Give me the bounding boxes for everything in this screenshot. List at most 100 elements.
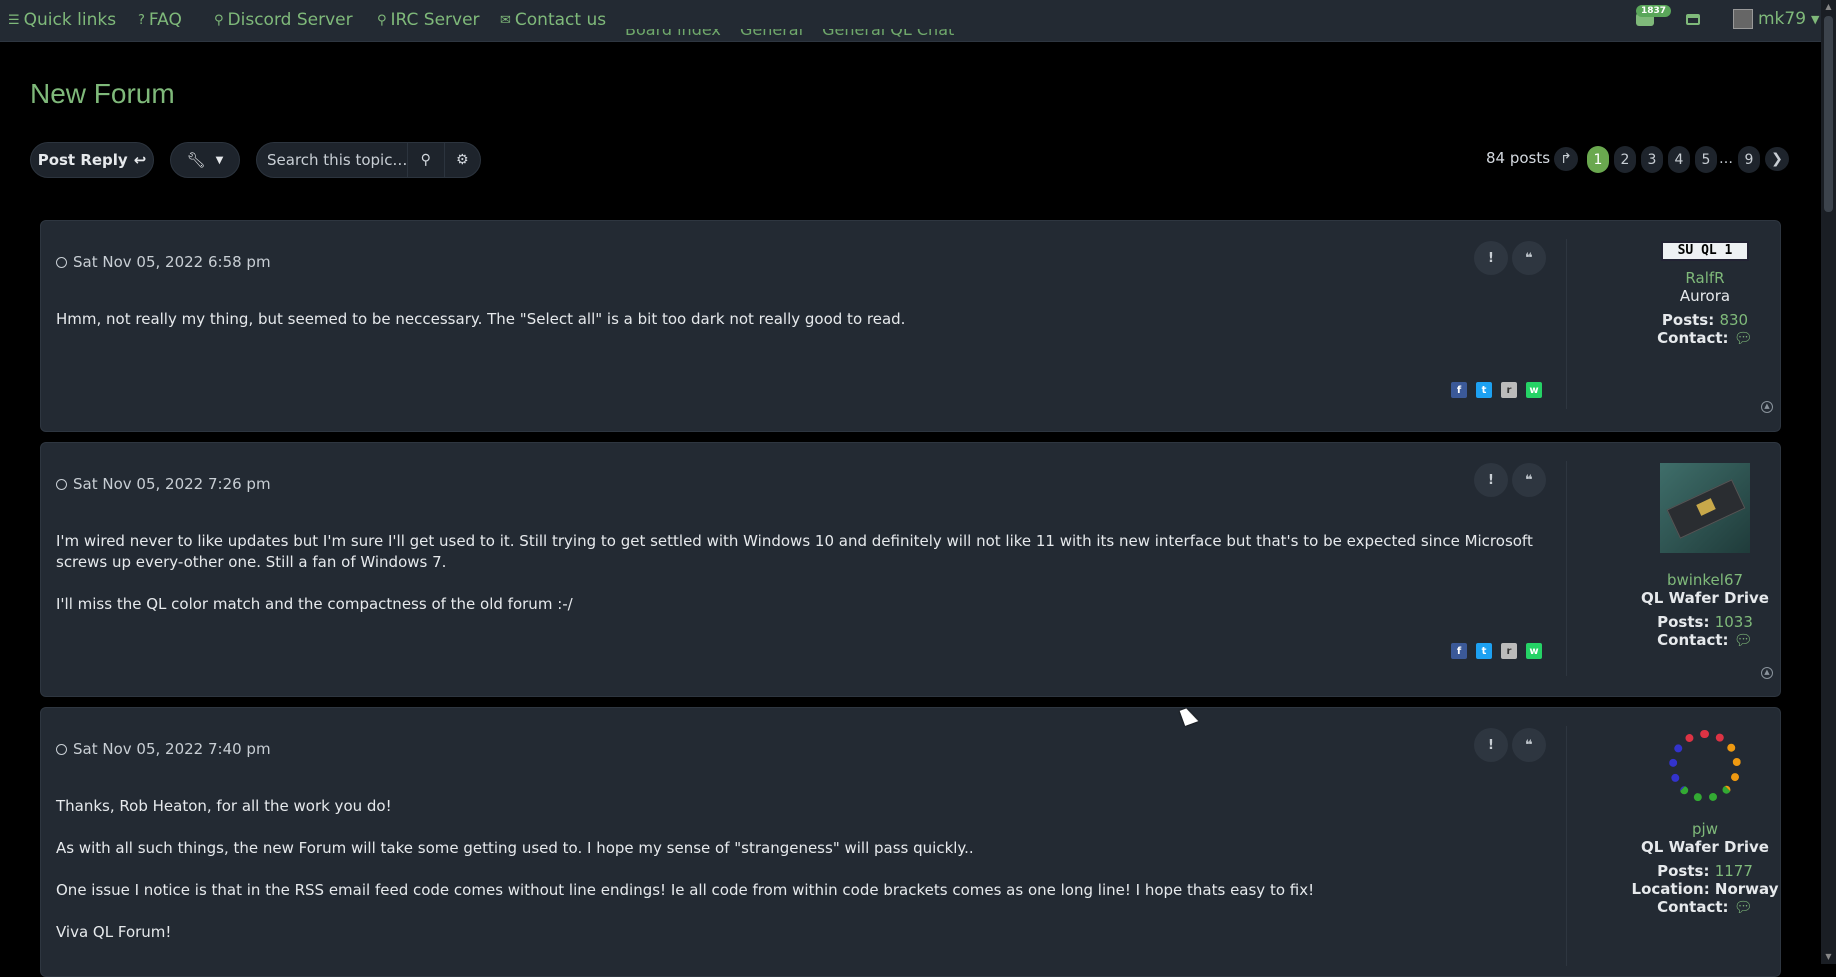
breadcrumb-item[interactable]: Board index xyxy=(625,29,721,39)
page-link-3[interactable]: 3 xyxy=(1641,146,1663,173)
whatsapp-icon[interactable]: w xyxy=(1526,382,1542,398)
comment-icon[interactable]: 💬︎ xyxy=(1734,329,1753,347)
report-icon: ! xyxy=(1488,250,1494,266)
search-input[interactable] xyxy=(257,151,407,169)
twitter-icon[interactable]: t xyxy=(1476,382,1492,398)
quick-links-menu[interactable]: ☰ Quick links xyxy=(8,10,116,30)
jump-to-page-button[interactable]: ↱ xyxy=(1554,147,1578,171)
avatar: SU QL 1 xyxy=(1661,241,1749,261)
username-link[interactable]: bwinkel67 xyxy=(1601,571,1809,589)
post-date[interactable]: Sat Nov 05, 2022 6:58 pm xyxy=(56,253,271,271)
search-icon: ⚲ xyxy=(420,152,431,168)
clock-icon xyxy=(56,478,67,490)
post-divider xyxy=(1566,239,1567,409)
post-body: Hmm, not really my thing, but seemed to … xyxy=(56,309,1556,351)
post-count-stat: Posts: 830 xyxy=(1601,311,1809,329)
user-menu[interactable]: mk79 ▼ xyxy=(1733,9,1820,29)
posts-label: Posts: xyxy=(1657,862,1710,880)
scrollbar-thumb[interactable] xyxy=(1824,16,1833,212)
posts-value[interactable]: 1033 xyxy=(1715,613,1753,631)
bars-icon: ☰ xyxy=(8,12,20,28)
contact-stat: Contact: 💬︎ xyxy=(1601,329,1809,347)
username-link[interactable]: RalfR xyxy=(1601,269,1809,287)
contact-us-link[interactable]: ✉ Contact us xyxy=(500,10,606,30)
chevron-right-icon: ❯ xyxy=(1771,151,1783,167)
inbox-icon[interactable] xyxy=(1686,14,1700,25)
comment-icon[interactable]: 💬︎ xyxy=(1734,898,1753,916)
post-paragraph: Viva QL Forum! xyxy=(56,923,172,941)
reply-icon: ↩ xyxy=(133,151,147,169)
map-marker-icon: ⚲ xyxy=(214,12,224,28)
page-title[interactable]: New Forum xyxy=(30,78,175,110)
quote-icon: ❝ xyxy=(1525,737,1533,753)
post-reply-button[interactable]: Post Reply ↩ xyxy=(30,142,154,178)
quote-button[interactable]: ❝ xyxy=(1512,463,1546,497)
location-stat: Location: Norway xyxy=(1601,880,1809,898)
jump-icon: ↱ xyxy=(1560,151,1572,167)
envelope-icon: ✉ xyxy=(500,12,511,28)
post-profile: SU QL 1 RalfR Aurora Posts: 830 Contact:… xyxy=(1601,241,1809,347)
avatar xyxy=(1733,9,1753,29)
pagination-ellipsis: … xyxy=(1719,151,1733,167)
share-buttons: f t r w xyxy=(1451,643,1542,659)
username-link[interactable]: pjw xyxy=(1601,820,1809,838)
arrow-up-icon[interactable]: ▲ xyxy=(1761,667,1773,679)
post-date[interactable]: Sat Nov 05, 2022 7:40 pm xyxy=(56,740,271,758)
page-link-2[interactable]: 2 xyxy=(1614,146,1636,173)
report-button[interactable]: ! xyxy=(1474,463,1508,497)
contact-label: Contact us xyxy=(514,10,607,30)
username: mk79 xyxy=(1758,9,1807,29)
posts-value[interactable]: 1177 xyxy=(1715,862,1753,880)
comment-icon[interactable]: 💬︎ xyxy=(1734,631,1753,649)
post: Sat Nov 05, 2022 7:26 pm ! ❝ I'm wired n… xyxy=(40,442,1781,697)
page-link-9[interactable]: 9 xyxy=(1738,146,1760,173)
page-link-4[interactable]: 4 xyxy=(1668,146,1690,173)
post-paragraph: As with all such things, the new Forum w… xyxy=(56,839,974,857)
clock-icon xyxy=(56,743,67,755)
irc-label: IRC Server xyxy=(390,10,480,30)
posts-label: Posts: xyxy=(1661,311,1715,329)
quote-button[interactable]: ❝ xyxy=(1512,728,1546,762)
scrollbar[interactable]: ▲ ▼ xyxy=(1821,0,1836,964)
irc-server-link[interactable]: ⚲ IRC Server xyxy=(377,10,480,30)
breadcrumb-item[interactable]: General xyxy=(740,29,803,39)
contact-label: Contact: xyxy=(1657,631,1729,649)
next-page-button[interactable]: ❯ xyxy=(1765,147,1789,171)
map-marker-icon: ⚲ xyxy=(377,12,387,28)
facebook-icon[interactable]: f xyxy=(1451,382,1467,398)
page-link-5[interactable]: 5 xyxy=(1695,146,1717,173)
arrow-up-icon[interactable]: ▲ xyxy=(1761,401,1773,413)
faq-link[interactable]: ? FAQ xyxy=(138,10,182,30)
report-icon: ! xyxy=(1488,472,1494,488)
page-link-1[interactable]: 1 xyxy=(1587,146,1609,173)
post-paragraph: I'll miss the QL color match and the com… xyxy=(56,595,573,613)
cog-icon: ⚙ xyxy=(455,152,469,168)
search-button[interactable]: ⚲ xyxy=(407,143,444,177)
scroll-up-icon[interactable]: ▲ xyxy=(1824,2,1833,11)
topic-tools-button[interactable]: 🔧︎ ▼ xyxy=(170,142,240,178)
posts-label: Posts: xyxy=(1657,613,1710,631)
scroll-down-icon[interactable]: ▼ xyxy=(1824,952,1833,961)
avatar xyxy=(1660,463,1750,553)
discord-label: Discord Server xyxy=(227,10,353,30)
post-paragraph: I'm wired never to like updates but I'm … xyxy=(56,532,1533,571)
post-date-text: Sat Nov 05, 2022 6:58 pm xyxy=(73,253,271,271)
post-divider xyxy=(1566,461,1567,676)
post: Sat Nov 05, 2022 7:40 pm ! ❝ Thanks, Rob… xyxy=(40,707,1781,977)
posts-value[interactable]: 830 xyxy=(1719,311,1748,329)
report-icon: ! xyxy=(1488,737,1494,753)
reddit-icon[interactable]: r xyxy=(1501,643,1517,659)
post-date[interactable]: Sat Nov 05, 2022 7:26 pm xyxy=(56,475,271,493)
report-button[interactable]: ! xyxy=(1474,241,1508,275)
avatar xyxy=(1669,730,1741,802)
breadcrumb-item[interactable]: General QL Chat xyxy=(822,29,954,39)
discord-server-link[interactable]: ⚲ Discord Server xyxy=(214,10,353,30)
twitter-icon[interactable]: t xyxy=(1476,643,1492,659)
whatsapp-icon[interactable]: w xyxy=(1526,643,1542,659)
report-button[interactable]: ! xyxy=(1474,728,1508,762)
reddit-icon[interactable]: r xyxy=(1501,382,1517,398)
quote-icon: ❝ xyxy=(1525,250,1533,266)
facebook-icon[interactable]: f xyxy=(1451,643,1467,659)
advanced-search-button[interactable]: ⚙ xyxy=(443,143,481,177)
quote-button[interactable]: ❝ xyxy=(1512,241,1546,275)
